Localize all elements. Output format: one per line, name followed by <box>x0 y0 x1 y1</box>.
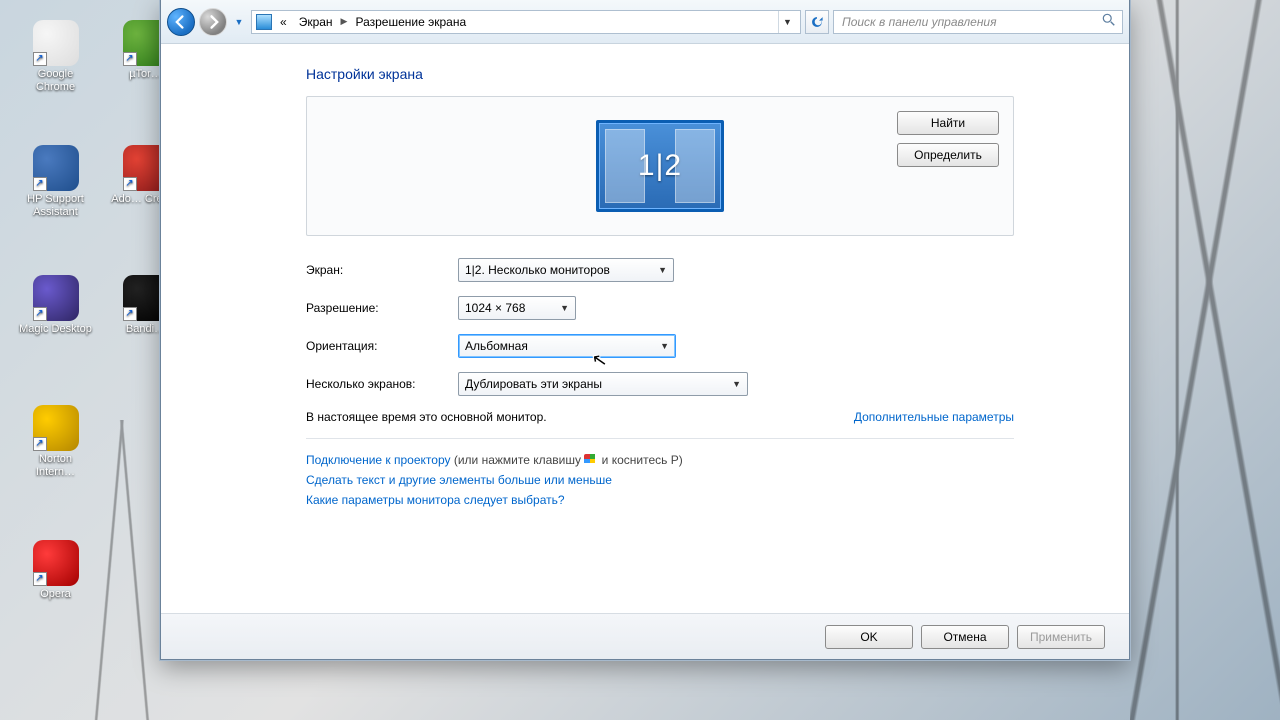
content-area: Настройки экрана 1|2 Найти Определить Эк… <box>161 44 1129 507</box>
back-button[interactable] <box>167 8 195 36</box>
monitor-id-label: 1|2 <box>638 149 682 183</box>
address-dropdown[interactable]: ▼ <box>778 11 796 33</box>
desktop-shortcut-label: Norton Intern… <box>18 453 93 479</box>
windows-key-icon <box>584 454 598 466</box>
breadcrumb-root[interactable]: Экран <box>295 15 337 29</box>
chevron-down-icon: ▼ <box>554 303 569 313</box>
forward-button <box>199 8 227 36</box>
shortcut-overlay-icon: ↗ <box>33 437 47 451</box>
resolution-label: Разрешение: <box>306 301 458 315</box>
detect-button[interactable]: Найти <box>897 111 999 135</box>
which-settings-link[interactable]: Какие параметры монитора следует выбрать… <box>306 493 1014 507</box>
chevron-down-icon: ▼ <box>726 379 741 389</box>
resolution-value: 1024 × 768 <box>465 301 554 315</box>
search-box[interactable] <box>833 10 1123 34</box>
shortcut-overlay-icon: ↗ <box>33 52 47 66</box>
display-preview: 1|2 Найти Определить <box>306 96 1014 236</box>
desktop-shortcut[interactable]: ↗ Google Chrome <box>18 20 93 94</box>
cancel-button[interactable]: Отмена <box>921 625 1009 649</box>
desktop-shortcut-label: Google Chrome <box>18 68 93 94</box>
dialog-footer: OK Отмена Применить <box>161 613 1129 659</box>
chevron-down-icon: ▼ <box>652 265 667 275</box>
chevron-down-icon: ▼ <box>654 341 669 351</box>
desktop-shortcut[interactable]: ↗ HP Support Assistant <box>18 145 93 219</box>
multiple-displays-value: Дублировать эти экраны <box>465 377 726 391</box>
shortcut-overlay-icon: ↗ <box>123 307 137 321</box>
monitor-thumbnail[interactable]: 1|2 <box>596 120 724 212</box>
settings-form: Экран: 1|2. Несколько мониторов ▼ Разреш… <box>306 258 1014 396</box>
projector-hint-a: (или нажмите клавишу <box>451 453 585 467</box>
control-panel-window: ▼ « Экран ▶ Разрешение экрана ▼ Настройк… <box>160 0 1130 660</box>
screen-value: 1|2. Несколько мониторов <box>465 263 652 277</box>
history-dropdown[interactable]: ▼ <box>231 8 247 36</box>
apply-button: Применить <box>1017 625 1105 649</box>
shortcut-overlay-icon: ↗ <box>33 572 47 586</box>
chevron-right-icon[interactable]: ▶ <box>341 16 348 27</box>
desktop-shortcut[interactable]: ↗ Opera <box>18 540 93 601</box>
shortcut-overlay-icon: ↗ <box>33 307 47 321</box>
desktop-shortcut-label: Opera <box>18 588 93 601</box>
desktop-shortcut[interactable]: ↗ Norton Intern… <box>18 405 93 479</box>
nav-bar: ▼ « Экран ▶ Разрешение экрана ▼ <box>161 0 1129 44</box>
desktop-shortcut[interactable]: ↗ Magic Desktop <box>18 275 93 336</box>
shortcut-overlay-icon: ↗ <box>123 177 137 191</box>
search-input[interactable] <box>840 14 1102 30</box>
projector-hint-b: и коснитесь P) <box>598 453 682 467</box>
breadcrumb-prefix: « <box>276 15 291 29</box>
multiple-displays-label: Несколько экранов: <box>306 377 458 391</box>
primary-monitor-note: В настоящее время это основной монитор. <box>306 410 547 424</box>
search-icon <box>1102 13 1116 30</box>
orientation-combo[interactable]: Альбомная ▼ <box>458 334 676 358</box>
desktop-shortcut-label: HP Support Assistant <box>18 193 93 219</box>
divider <box>306 438 1014 439</box>
orientation-value: Альбомная <box>465 339 654 353</box>
ok-button[interactable]: OK <box>825 625 913 649</box>
page-title: Настройки экрана <box>306 66 1014 82</box>
advanced-settings-link[interactable]: Дополнительные параметры <box>854 410 1014 424</box>
resolution-combo[interactable]: 1024 × 768 ▼ <box>458 296 576 320</box>
location-icon <box>256 14 272 30</box>
identify-button[interactable]: Определить <box>897 143 999 167</box>
breadcrumb-leaf[interactable]: Разрешение экрана <box>351 15 470 29</box>
shortcut-overlay-icon: ↗ <box>123 52 137 66</box>
projector-link[interactable]: Подключение к проектору <box>306 453 451 467</box>
screen-label: Экран: <box>306 263 458 277</box>
screen-combo[interactable]: 1|2. Несколько мониторов ▼ <box>458 258 674 282</box>
address-bar[interactable]: « Экран ▶ Разрешение экрана ▼ <box>251 10 801 34</box>
multiple-displays-combo[interactable]: Дублировать эти экраны ▼ <box>458 372 748 396</box>
refresh-button[interactable] <box>805 10 829 34</box>
desktop-shortcut-label: Magic Desktop <box>18 323 93 336</box>
orientation-label: Ориентация: <box>306 339 458 353</box>
shortcut-overlay-icon: ↗ <box>33 177 47 191</box>
text-size-link[interactable]: Сделать текст и другие элементы больше и… <box>306 473 1014 487</box>
projector-line: Подключение к проектору (или нажмите кла… <box>306 453 1014 467</box>
